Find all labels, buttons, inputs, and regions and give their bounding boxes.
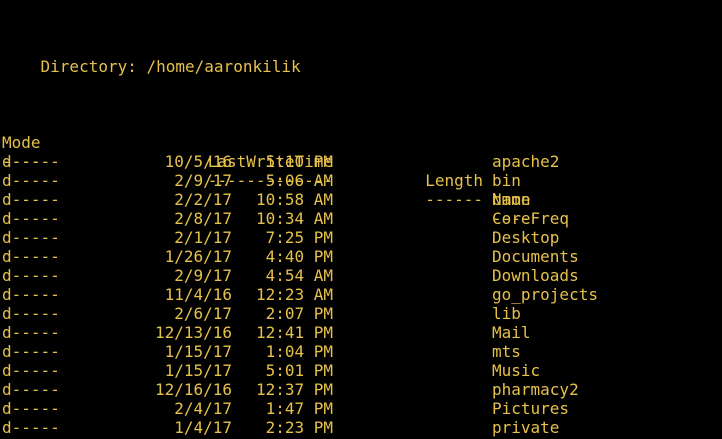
row-time: 4:54 AM xyxy=(265,266,333,285)
row-time: 7:25 PM xyxy=(265,228,333,247)
row-name: go_projects xyxy=(492,285,598,304)
terminal-window[interactable]: Directory: /home/aaronkilik Mode LastWri… xyxy=(0,0,722,439)
row-name: bmon xyxy=(492,190,531,209)
row-name: CoreFreq xyxy=(492,209,570,228)
row-name: Desktop xyxy=(492,228,560,247)
row-time: 5:06 AM xyxy=(265,171,333,190)
row-time: 5:10 PM xyxy=(265,152,333,171)
row-time: 12:41 PM xyxy=(255,323,333,342)
row-name: Documents xyxy=(492,247,579,266)
row-name: private xyxy=(492,418,560,437)
listing-rule-row: ---- ------------- ------ ---- xyxy=(2,133,531,228)
row-name: apache2 xyxy=(492,152,560,171)
row-time: 1:04 PM xyxy=(265,342,333,361)
row-name: Downloads xyxy=(492,266,579,285)
row-time: 2:07 PM xyxy=(265,304,333,323)
directory-path-line: Directory: /home/aaronkilik xyxy=(2,57,301,76)
row-name: pharmacy2 xyxy=(492,380,579,399)
row-name: lib xyxy=(492,304,521,323)
row-name: bin xyxy=(492,171,521,190)
row-time: 4:40 PM xyxy=(265,247,333,266)
row-name: Music xyxy=(492,361,541,380)
row-time: 12:23 AM xyxy=(255,285,333,304)
row-time: 12:37 PM xyxy=(255,380,333,399)
row-name: Pictures xyxy=(492,399,570,418)
row-time: 5:01 PM xyxy=(265,361,333,380)
row-time: 10:34 AM xyxy=(255,209,333,228)
row-time: 2:23 PM xyxy=(265,418,333,437)
row-time: 10:58 AM xyxy=(255,190,333,209)
row-name: mts xyxy=(492,342,521,361)
row-time: 1:47 PM xyxy=(265,399,333,418)
row-name: Mail xyxy=(492,323,531,342)
listing-header-row: Mode LastWriteTime Length Name xyxy=(2,114,531,209)
